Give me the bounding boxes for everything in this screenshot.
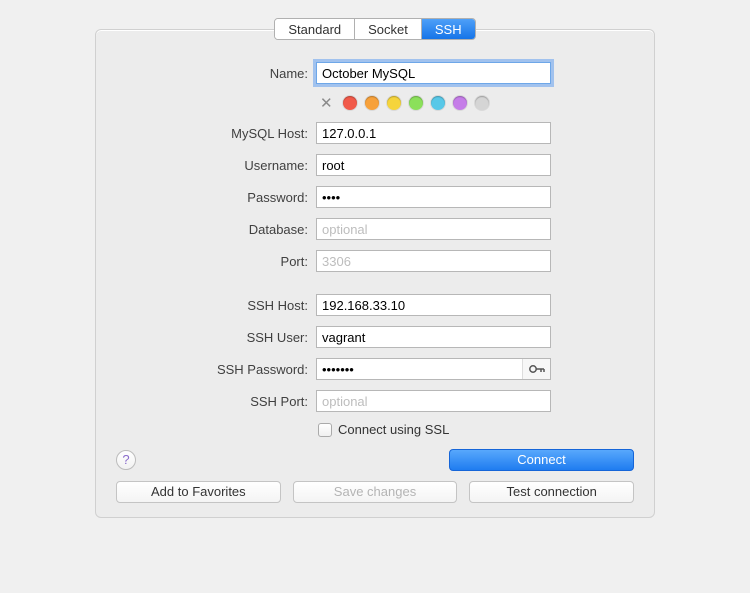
connection-type-tabs: Standard Socket SSH — [274, 18, 475, 40]
connect-button[interactable]: Connect — [449, 449, 634, 471]
clear-color-icon[interactable]: ✕ — [320, 94, 333, 112]
color-dot-green[interactable] — [409, 96, 423, 110]
tab-socket[interactable]: Socket — [355, 19, 422, 39]
save-changes-button[interactable]: Save changes — [293, 481, 458, 503]
color-dot-yellow[interactable] — [387, 96, 401, 110]
ssh-host-input[interactable] — [316, 294, 551, 316]
ssh-port-input[interactable] — [316, 390, 551, 412]
help-button[interactable]: ? — [116, 450, 136, 470]
mysql-host-input[interactable] — [316, 122, 551, 144]
ssh-port-label: SSH Port: — [116, 394, 316, 409]
test-connection-button[interactable]: Test connection — [469, 481, 634, 503]
name-input[interactable] — [316, 62, 551, 84]
ssh-host-label: SSH Host: — [116, 298, 316, 313]
database-input[interactable] — [316, 218, 551, 240]
ssh-password-input[interactable] — [316, 358, 551, 380]
ssh-user-label: SSH User: — [116, 330, 316, 345]
username-input[interactable] — [316, 154, 551, 176]
add-to-favorites-button[interactable]: Add to Favorites — [116, 481, 281, 503]
ssl-checkbox-label: Connect using SSL — [338, 422, 449, 437]
color-dot-purple[interactable] — [453, 96, 467, 110]
mysql-host-label: MySQL Host: — [116, 126, 316, 141]
password-input[interactable] — [316, 186, 551, 208]
password-label: Password: — [116, 190, 316, 205]
color-dot-cyan[interactable] — [431, 96, 445, 110]
color-tag-row: ✕ — [320, 94, 634, 112]
connection-panel: Name: ✕ MySQL Host: Username: Password: … — [95, 29, 655, 518]
username-label: Username: — [116, 158, 316, 173]
key-icon[interactable] — [522, 359, 550, 379]
ssh-user-input[interactable] — [316, 326, 551, 348]
color-dot-gray[interactable] — [475, 96, 489, 110]
ssl-checkbox[interactable] — [318, 423, 332, 437]
ssh-password-label: SSH Password: — [116, 362, 316, 377]
color-dot-red[interactable] — [343, 96, 357, 110]
port-input[interactable] — [316, 250, 551, 272]
database-label: Database: — [116, 222, 316, 237]
tab-standard[interactable]: Standard — [275, 19, 355, 39]
name-label: Name: — [116, 66, 316, 81]
tab-ssh[interactable]: SSH — [422, 19, 475, 39]
port-label: Port: — [116, 254, 316, 269]
color-dot-orange[interactable] — [365, 96, 379, 110]
